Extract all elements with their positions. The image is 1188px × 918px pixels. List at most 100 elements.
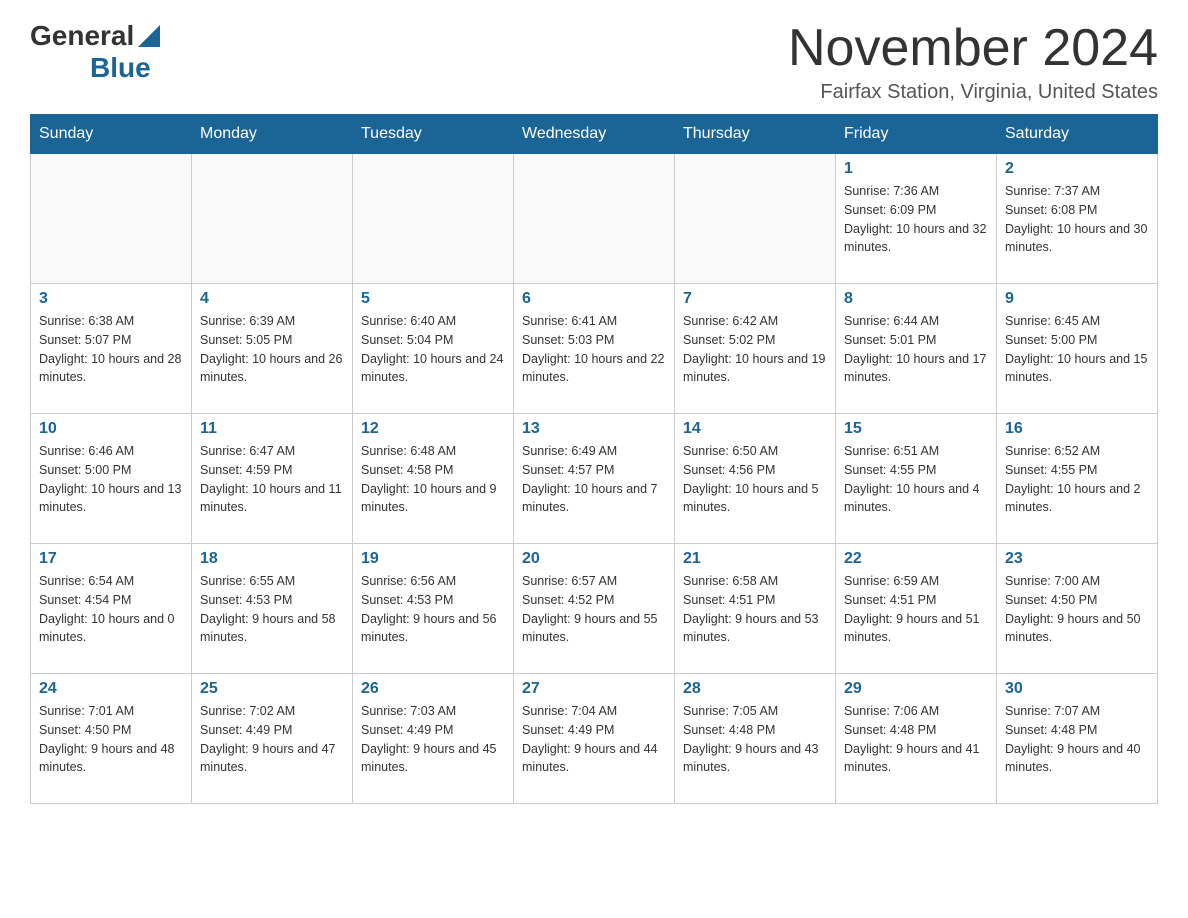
- day-info: Sunrise: 6:56 AMSunset: 4:53 PMDaylight:…: [361, 572, 505, 647]
- day-info: Sunrise: 6:47 AMSunset: 4:59 PMDaylight:…: [200, 442, 344, 517]
- calendar-cell: 27 Sunrise: 7:04 AMSunset: 4:49 PMDayligh…: [514, 674, 675, 804]
- calendar-cell: 29Sunrise: 7:06 AMSunset: 4:48 PMDayligh…: [836, 674, 997, 804]
- day-info: Sunrise: 6:52 AMSunset: 4:55 PMDaylight:…: [1005, 442, 1149, 517]
- calendar-cell: 3 Sunrise: 6:38 AMSunset: 5:07 PMDaylight…: [31, 284, 192, 414]
- day-number: 11: [200, 420, 344, 438]
- calendar-cell: 18Sunrise: 6:55 AMSunset: 4:53 PMDayligh…: [192, 544, 353, 674]
- calendar-cell: [675, 154, 836, 284]
- day-header-tuesday: Tuesday: [353, 115, 514, 154]
- day-number: 5: [361, 290, 505, 308]
- calendar-cell: 13 Sunrise: 6:49 AMSunset: 4:57 PMDayligh…: [514, 414, 675, 544]
- calendar-cell: 10Sunrise: 6:46 AMSunset: 5:00 PMDayligh…: [31, 414, 192, 544]
- calendar-header-row: SundayMondayTuesdayWednesdayThursdayFrid…: [31, 115, 1158, 154]
- calendar-cell: 2Sunrise: 7:37 AMSunset: 6:08 PMDaylight…: [997, 154, 1158, 284]
- calendar-cell: 17 Sunrise: 6:54 AMSunset: 4:54 PMDayligh…: [31, 544, 192, 674]
- day-info: Sunrise: 6:44 AMSunset: 5:01 PMDaylight:…: [844, 312, 988, 387]
- day-header-thursday: Thursday: [675, 115, 836, 154]
- day-header-friday: Friday: [836, 115, 997, 154]
- day-number: 14: [683, 420, 827, 438]
- day-info: Sunrise: 6:49 AMSunset: 4:57 PMDaylight:…: [522, 442, 666, 517]
- day-info: Sunrise: 6:42 AMSunset: 5:02 PMDaylight:…: [683, 312, 827, 387]
- calendar-cell: 21 Sunrise: 6:58 AMSunset: 4:51 PMDayligh…: [675, 544, 836, 674]
- calendar-cell: 28 Sunrise: 7:05 AMSunset: 4:48 PMDayligh…: [675, 674, 836, 804]
- day-info: Sunrise: 6:38 AMSunset: 5:07 PMDaylight:…: [39, 312, 183, 387]
- day-info: Sunrise: 6:58 AMSunset: 4:51 PMDaylight:…: [683, 572, 827, 647]
- day-info: Sunrise: 6:40 AMSunset: 5:04 PMDaylight:…: [361, 312, 505, 387]
- calendar-cell: 19 Sunrise: 6:56 AMSunset: 4:53 PMDayligh…: [353, 544, 514, 674]
- calendar-cell: 24Sunrise: 7:01 AMSunset: 4:50 PMDayligh…: [31, 674, 192, 804]
- calendar-week-row: 24Sunrise: 7:01 AMSunset: 4:50 PMDayligh…: [31, 674, 1158, 804]
- day-info: Sunrise: 6:51 AMSunset: 4:55 PMDaylight:…: [844, 442, 988, 517]
- calendar-cell: 23Sunrise: 7:00 AMSunset: 4:50 PMDayligh…: [997, 544, 1158, 674]
- day-info: Sunrise: 7:02 AMSunset: 4:49 PMDaylight:…: [200, 702, 344, 777]
- calendar-cell: 9Sunrise: 6:45 AMSunset: 5:00 PMDaylight…: [997, 284, 1158, 414]
- day-number: 3: [39, 290, 183, 308]
- calendar-cell: [514, 154, 675, 284]
- calendar-cell: 22 Sunrise: 6:59 AMSunset: 4:51 PMDayligh…: [836, 544, 997, 674]
- calendar-cell: 30Sunrise: 7:07 AMSunset: 4:48 PMDayligh…: [997, 674, 1158, 804]
- day-header-sunday: Sunday: [31, 115, 192, 154]
- day-number: 19: [361, 550, 505, 568]
- calendar-cell: [31, 154, 192, 284]
- day-number: 17: [39, 550, 183, 568]
- day-number: 27: [522, 680, 666, 698]
- calendar-cell: 16 Sunrise: 6:52 AMSunset: 4:55 PMDayligh…: [997, 414, 1158, 544]
- day-number: 13: [522, 420, 666, 438]
- day-info: Sunrise: 7:04 AMSunset: 4:49 PMDaylight:…: [522, 702, 666, 777]
- day-info: Sunrise: 6:57 AMSunset: 4:52 PMDaylight:…: [522, 572, 666, 647]
- day-number: 6: [522, 290, 666, 308]
- calendar-week-row: 3 Sunrise: 6:38 AMSunset: 5:07 PMDaylight…: [31, 284, 1158, 414]
- day-info: Sunrise: 6:46 AMSunset: 5:00 PMDaylight:…: [39, 442, 183, 517]
- day-number: 7: [683, 290, 827, 308]
- page-header: General Blue November 2024 Fairfax Stati…: [30, 20, 1158, 104]
- day-header-saturday: Saturday: [997, 115, 1158, 154]
- day-info: Sunrise: 6:45 AMSunset: 5:00 PMDaylight:…: [1005, 312, 1149, 387]
- day-header-wednesday: Wednesday: [514, 115, 675, 154]
- day-info: Sunrise: 7:36 AMSunset: 6:09 PMDaylight:…: [844, 182, 988, 257]
- day-info: Sunrise: 7:37 AMSunset: 6:08 PMDaylight:…: [1005, 182, 1149, 257]
- day-number: 4: [200, 290, 344, 308]
- day-info: Sunrise: 6:41 AMSunset: 5:03 PMDaylight:…: [522, 312, 666, 387]
- calendar-cell: [192, 154, 353, 284]
- calendar-cell: 7 Sunrise: 6:42 AMSunset: 5:02 PMDaylight…: [675, 284, 836, 414]
- day-number: 22: [844, 550, 988, 568]
- logo-triangle-icon: [138, 25, 160, 47]
- day-header-monday: Monday: [192, 115, 353, 154]
- calendar-cell: [353, 154, 514, 284]
- day-number: 16: [1005, 420, 1149, 438]
- day-info: Sunrise: 6:54 AMSunset: 4:54 PMDaylight:…: [39, 572, 183, 647]
- calendar-cell: 12Sunrise: 6:48 AMSunset: 4:58 PMDayligh…: [353, 414, 514, 544]
- calendar-cell: 26Sunrise: 7:03 AMSunset: 4:49 PMDayligh…: [353, 674, 514, 804]
- calendar-week-row: 10Sunrise: 6:46 AMSunset: 5:00 PMDayligh…: [31, 414, 1158, 544]
- day-info: Sunrise: 7:05 AMSunset: 4:48 PMDaylight:…: [683, 702, 827, 777]
- logo: General Blue: [30, 20, 160, 84]
- calendar-cell: 5 Sunrise: 6:40 AMSunset: 5:04 PMDaylight…: [353, 284, 514, 414]
- main-title: November 2024: [788, 20, 1158, 77]
- day-number: 15: [844, 420, 988, 438]
- calendar-cell: 6 Sunrise: 6:41 AMSunset: 5:03 PMDaylight…: [514, 284, 675, 414]
- day-number: 23: [1005, 550, 1149, 568]
- day-number: 1: [844, 160, 988, 178]
- calendar-week-row: 1 Sunrise: 7:36 AMSunset: 6:09 PMDaylight…: [31, 154, 1158, 284]
- day-number: 28: [683, 680, 827, 698]
- calendar-week-row: 17 Sunrise: 6:54 AMSunset: 4:54 PMDayligh…: [31, 544, 1158, 674]
- logo-blue: Blue: [90, 52, 151, 84]
- day-number: 30: [1005, 680, 1149, 698]
- day-number: 25: [200, 680, 344, 698]
- day-info: Sunrise: 7:01 AMSunset: 4:50 PMDaylight:…: [39, 702, 183, 777]
- calendar-cell: 4 Sunrise: 6:39 AMSunset: 5:05 PMDaylight…: [192, 284, 353, 414]
- calendar-cell: 14Sunrise: 6:50 AMSunset: 4:56 PMDayligh…: [675, 414, 836, 544]
- day-number: 21: [683, 550, 827, 568]
- calendar-cell: 11 Sunrise: 6:47 AMSunset: 4:59 PMDayligh…: [192, 414, 353, 544]
- logo-general: General: [30, 20, 134, 52]
- calendar-cell: 1 Sunrise: 7:36 AMSunset: 6:09 PMDaylight…: [836, 154, 997, 284]
- day-info: Sunrise: 6:55 AMSunset: 4:53 PMDaylight:…: [200, 572, 344, 647]
- day-info: Sunrise: 6:48 AMSunset: 4:58 PMDaylight:…: [361, 442, 505, 517]
- day-info: Sunrise: 6:39 AMSunset: 5:05 PMDaylight:…: [200, 312, 344, 387]
- calendar-cell: 25 Sunrise: 7:02 AMSunset: 4:49 PMDayligh…: [192, 674, 353, 804]
- day-info: Sunrise: 6:59 AMSunset: 4:51 PMDaylight:…: [844, 572, 988, 647]
- day-number: 8: [844, 290, 988, 308]
- title-section: November 2024 Fairfax Station, Virginia,…: [788, 20, 1158, 104]
- subtitle: Fairfax Station, Virginia, United States: [788, 81, 1158, 104]
- day-info: Sunrise: 7:03 AMSunset: 4:49 PMDaylight:…: [361, 702, 505, 777]
